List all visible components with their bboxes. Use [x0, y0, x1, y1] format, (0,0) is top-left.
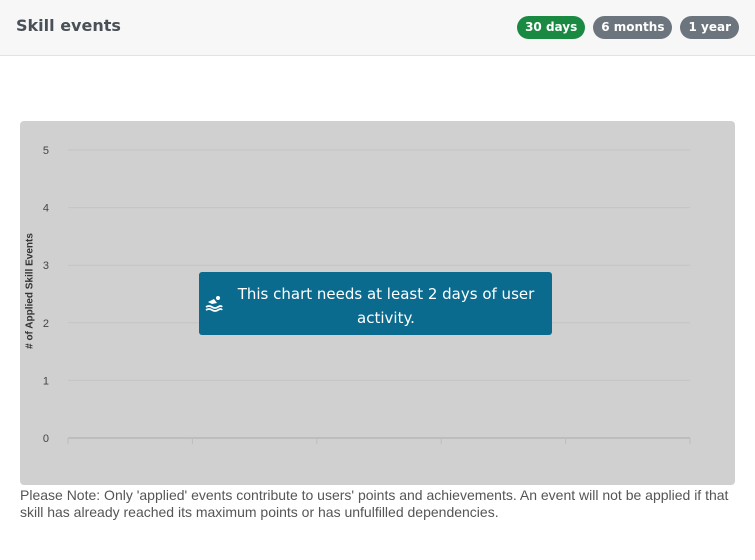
notice-text: This chart needs at least 2 days of user…	[237, 285, 535, 327]
swimmer-icon	[205, 294, 223, 312]
y-tick-label: 2	[43, 318, 49, 330]
range-30-days-button[interactable]: 30 days	[517, 16, 586, 39]
insufficient-data-notice: This chart needs at least 2 days of user…	[199, 272, 552, 335]
footnote: Please Note: Only 'applied' events contr…	[20, 487, 729, 520]
y-tick-label: 0	[43, 433, 49, 445]
card-title: Skill events	[16, 16, 121, 35]
y-axis-label: # of Applied Skill Events	[24, 233, 36, 349]
skill-events-chart: 0 1 2 3 4 5 # of Applied Skill Events This ch…	[20, 121, 735, 485]
range-1-year-button[interactable]: 1 year	[680, 16, 739, 39]
card-header: Skill events 30 days 6 months 1 year	[0, 0, 755, 56]
y-tick-label: 4	[43, 203, 49, 215]
range-6-months-button[interactable]: 6 months	[593, 16, 673, 39]
time-range-buttons: 30 days 6 months 1 year	[517, 16, 739, 39]
y-tick-label: 3	[43, 260, 49, 272]
y-tick-label: 1	[43, 375, 49, 387]
y-tick-label: 5	[43, 145, 49, 157]
y-axis-label-wrap: # of Applied Skill Events	[22, 221, 38, 361]
